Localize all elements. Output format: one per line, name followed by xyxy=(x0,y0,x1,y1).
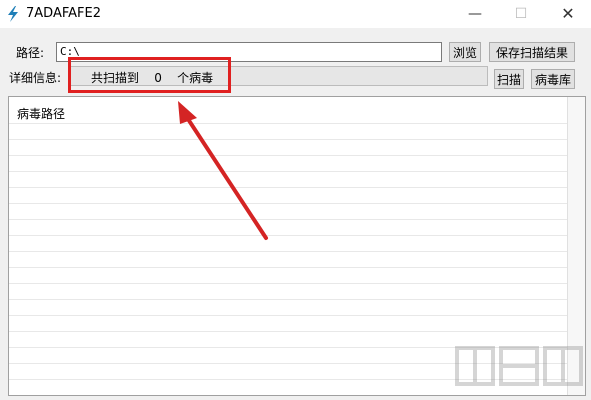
app-window: 7ADAFAFE2 — ☐ ✕ 路径: C:\ 浏览 保存扫描结果 详细信息: … xyxy=(0,0,591,400)
details-label: 详细信息: xyxy=(9,71,62,85)
minimize-button[interactable]: — xyxy=(452,0,498,28)
list-row-line xyxy=(9,139,569,140)
close-button[interactable]: ✕ xyxy=(545,0,591,28)
list-row-line xyxy=(9,171,569,172)
maximize-button[interactable]: ☐ xyxy=(498,0,544,28)
list-row-line xyxy=(9,331,569,332)
save-results-button[interactable]: 保存扫描结果 xyxy=(489,42,575,62)
title-bar: 7ADAFAFE2 — ☐ ✕ xyxy=(0,0,591,28)
list-row-line xyxy=(9,203,569,204)
window-title: 7ADAFAFE2 xyxy=(26,6,101,21)
watermark-logo xyxy=(455,346,583,386)
list-row-line xyxy=(9,283,569,284)
virus-db-button[interactable]: 病毒库 xyxy=(531,69,575,89)
list-row-line xyxy=(9,123,569,124)
highlight-box xyxy=(68,57,231,93)
lightning-icon xyxy=(8,6,18,22)
list-row-line xyxy=(9,235,569,236)
list-row-line xyxy=(9,187,569,188)
list-row-line xyxy=(9,251,569,252)
list-row-line xyxy=(9,267,569,268)
scan-button[interactable]: 扫描 xyxy=(494,69,524,89)
list-row-line xyxy=(9,155,569,156)
path-label: 路径: xyxy=(16,46,45,60)
list-row-line xyxy=(9,315,569,316)
list-column-header: 病毒路径 xyxy=(17,107,66,121)
list-row-line xyxy=(9,299,569,300)
browse-button[interactable]: 浏览 xyxy=(449,42,481,62)
list-row-line xyxy=(9,219,569,220)
